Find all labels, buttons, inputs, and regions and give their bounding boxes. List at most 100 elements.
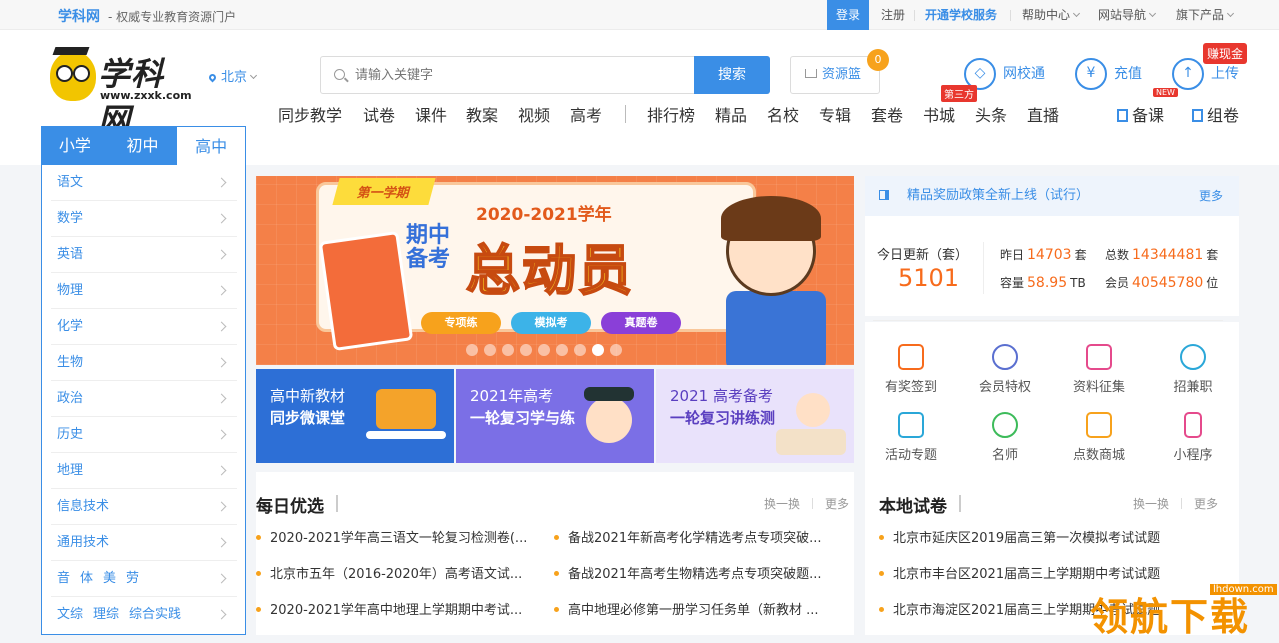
promo-card-exam-prep[interactable]: 2021 高考备考 一轮复习讲练测 <box>656 369 854 463</box>
section-actions: 换一换 更多 <box>764 495 849 512</box>
top-brand-link[interactable]: 学科网 <box>58 6 100 26</box>
more-link[interactable]: 更多 <box>1194 497 1218 511</box>
subject-link[interactable]: 综合实践 <box>129 607 181 622</box>
subject-link[interactable]: 劳 <box>126 571 139 586</box>
stat-label: 会员 <box>1105 276 1130 290</box>
sidebar-item[interactable]: 英语 <box>51 237 237 273</box>
quick-link-shop[interactable]: 点数商城 <box>1059 412 1139 463</box>
subject-link[interactable]: 音 <box>57 571 70 586</box>
nav-item[interactable]: 名校 <box>767 102 799 126</box>
register-link[interactable]: 注册 <box>881 0 905 30</box>
quick-link-activity[interactable]: 活动专题 <box>871 412 951 463</box>
subject-link[interactable]: 美 <box>103 571 116 586</box>
site-logo[interactable]: 学科网 www.zxxk.com <box>50 47 195 139</box>
student-illustration <box>716 196 836 365</box>
carousel-dot[interactable] <box>466 344 478 356</box>
quick-link-label: 小程序 <box>1173 448 1213 463</box>
search-input[interactable] <box>355 65 685 85</box>
quick-link-miniprogram[interactable]: 小程序 <box>1153 412 1233 463</box>
school-service-link[interactable]: 开通学校服务 <box>925 0 997 30</box>
nav-item[interactable]: 头条 <box>975 102 1007 126</box>
carousel-dot[interactable] <box>574 344 586 356</box>
nav-item[interactable]: 课件 <box>415 102 447 126</box>
swap-button[interactable]: 换一换 <box>764 497 800 511</box>
list-item[interactable]: 2020-2021学年高三语文一轮复习检测卷(... <box>256 527 546 546</box>
list-item[interactable]: 高中地理必修第一册学习任务单（新教材 ... <box>554 599 854 618</box>
nav-item[interactable]: 直播 <box>1027 102 1059 126</box>
notice-more-link[interactable]: 更多 <box>1199 176 1223 216</box>
carousel-dot[interactable] <box>556 344 568 356</box>
recharge-button[interactable]: ¥ 充值 <box>1075 58 1142 90</box>
nav-item[interactable]: 高考 <box>570 102 602 126</box>
sidebar-item[interactable]: 信息技术 <box>51 489 237 525</box>
more-link[interactable]: 更多 <box>825 497 849 511</box>
carousel-dot[interactable] <box>610 344 622 356</box>
subject-link[interactable]: 理综 <box>93 607 119 622</box>
nav-item[interactable]: 精品 <box>715 102 747 126</box>
carousel-dot[interactable] <box>484 344 496 356</box>
resource-basket-button[interactable]: 资源篮 0 <box>790 49 889 94</box>
tab-primary[interactable]: 小学 <box>41 126 109 165</box>
tab-junior[interactable]: 初中 <box>109 126 177 165</box>
location-selector[interactable]: 北京 <box>207 66 258 85</box>
nav-item[interactable]: 排行榜 <box>647 102 695 126</box>
nav-item[interactable]: 书城 <box>923 102 955 126</box>
nav-item[interactable]: 套卷 <box>871 102 903 126</box>
carousel-dot[interactable] <box>520 344 532 356</box>
list-item[interactable]: 备战2021年高考生物精选考点专项突破题... <box>554 563 854 582</box>
banner-ribbon: 第一学期 <box>332 178 436 205</box>
subject-link[interactable]: 文综 <box>57 607 83 622</box>
list-item[interactable]: 2020-2021学年高中地理上学期期中考试... <box>256 599 546 618</box>
stat-value: 40545780 <box>1132 275 1204 291</box>
compose-paper-link[interactable]: 组卷 <box>1192 102 1239 126</box>
promo-card-new-textbook[interactable]: 高中新教材 同步微课堂 <box>256 369 454 463</box>
products-menu[interactable]: 旗下产品 <box>1176 0 1235 30</box>
carousel-dot[interactable] <box>538 344 550 356</box>
banner-year: 2020-2021学年 <box>476 205 612 225</box>
list-item[interactable]: 北京市延庆区2019届高三第一次模拟考试试题 <box>879 527 1219 546</box>
promo-card-review[interactable]: 2021年高考 一轮复习学与练 <box>456 369 654 463</box>
quick-link-vip[interactable]: 会员特权 <box>965 344 1045 395</box>
sidebar-item[interactable]: 地理 <box>51 453 237 489</box>
promo-banner[interactable]: 第一学期 2020-2021学年 期中备考 总动员 专项练 模拟考 真题卷 <box>256 176 854 365</box>
sidebar-item[interactable]: 通用技术 <box>51 525 237 561</box>
search-button[interactable]: 搜索 <box>694 56 770 94</box>
list-item[interactable]: 北京市丰台区2021届高三上学期期中考试试题 <box>879 563 1219 582</box>
quick-link-parttime[interactable]: 招兼职 <box>1153 344 1233 395</box>
list-item[interactable]: 北京市五年（2016-2020年）高考语文试... <box>256 563 546 582</box>
subject-link[interactable]: 体 <box>80 571 93 586</box>
login-button[interactable]: 登录 <box>827 0 869 30</box>
list-item[interactable]: 备战2021年新高考化学精选考点专项突破... <box>554 527 854 546</box>
help-center-menu[interactable]: 帮助中心 <box>1022 0 1081 30</box>
prepare-lesson-link[interactable]: 备课 <box>1117 102 1164 126</box>
carousel-dot-active[interactable] <box>592 344 604 356</box>
quick-link-collect[interactable]: 资料征集 <box>1059 344 1139 395</box>
sidebar-item[interactable]: 政治 <box>51 381 237 417</box>
quick-link-checkin[interactable]: 有奖签到 <box>871 344 951 395</box>
top-slogan: - 权威专业教育资源门户 <box>108 10 237 24</box>
nav-item[interactable]: 同步教学 <box>278 102 342 126</box>
sidebar-item[interactable]: 化学 <box>51 309 237 345</box>
notice-link[interactable]: 精品奖励政策全新上线（试行） <box>907 188 1089 203</box>
section-title: 每日优选 <box>256 492 338 517</box>
sidebar-item[interactable]: 物理 <box>51 273 237 309</box>
notebook-illustration <box>318 230 414 352</box>
chevron-down-icon <box>1072 9 1081 18</box>
nav-item[interactable]: 试卷 <box>363 102 395 126</box>
sidebar-item[interactable]: 数学 <box>51 201 237 237</box>
sidebar-item[interactable]: 历史 <box>51 417 237 453</box>
swap-button[interactable]: 换一换 <box>1133 497 1169 511</box>
quick-link-teacher[interactable]: 名师 <box>965 412 1045 463</box>
sidebar-item-label: 信息技术 <box>57 499 110 514</box>
cart-icon <box>805 69 817 78</box>
chevron-right-icon <box>216 609 227 620</box>
nav-item[interactable]: 专辑 <box>819 102 851 126</box>
site-nav-menu[interactable]: 网站导航 <box>1098 0 1157 30</box>
banner-tag: 真题卷 <box>601 312 681 334</box>
carousel-dot[interactable] <box>502 344 514 356</box>
nav-item[interactable]: 视频 <box>518 102 550 126</box>
nav-item[interactable]: 教案 <box>466 102 498 126</box>
sidebar-item[interactable]: 生物 <box>51 345 237 381</box>
sidebar-item[interactable]: 语文 <box>51 165 237 201</box>
tab-senior[interactable]: 高中 <box>176 126 247 165</box>
